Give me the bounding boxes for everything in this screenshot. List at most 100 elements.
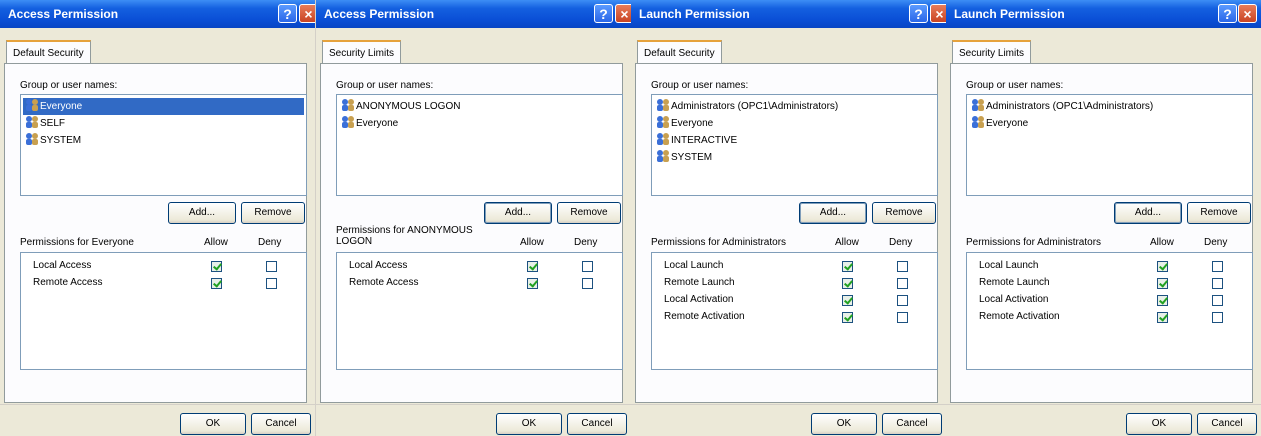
permissions-label: Permissions for Administrators [651,237,787,248]
ok-button[interactable]: OK [811,413,877,435]
deny-checkbox[interactable] [897,261,908,272]
user-list[interactable]: Administrators (OPC1\Administrators) Ever… [966,94,1253,196]
user-group-icon [26,116,38,128]
allow-checkbox[interactable] [527,278,538,289]
remove-button[interactable]: Remove [557,202,621,224]
list-item[interactable]: Everyone [23,98,304,115]
title-bar[interactable]: Launch Permission? × [946,0,1261,28]
list-item[interactable]: Administrators (OPC1\Administrators) [656,98,838,115]
remove-button[interactable]: Remove [241,202,305,224]
permission-row: Remote Launch [967,275,1252,292]
permissions-list: Local Launch Remote Launch Local Activatio… [651,252,938,370]
deny-checkbox[interactable] [266,278,277,289]
list-item[interactable]: SYSTEM [25,132,81,149]
add-button[interactable]: Add... [1114,202,1182,224]
user-group-icon [657,133,669,145]
allow-checkbox[interactable] [1157,278,1168,289]
allow-header: Allow [520,237,544,248]
cancel-button[interactable]: Cancel [1197,413,1257,435]
deny-checkbox[interactable] [1212,312,1223,323]
permission-dialog: Access Permission? × Default Security Group… [0,0,315,436]
title-bar[interactable]: Access Permission? × [316,0,631,28]
allow-checkbox[interactable] [211,261,222,272]
cancel-button[interactable]: Cancel [251,413,311,435]
deny-checkbox[interactable] [897,295,908,306]
help-icon[interactable]: ? [278,4,297,23]
tab-security[interactable]: Default Security [6,40,91,64]
allow-checkbox[interactable] [842,295,853,306]
user-list[interactable]: Everyone SELF SYSTEM [20,94,307,196]
user-list[interactable]: ANONYMOUS LOGON Everyone [336,94,623,196]
user-group-icon [657,150,669,162]
help-icon[interactable]: ? [594,4,613,23]
user-name: SYSTEM [671,152,713,163]
deny-checkbox[interactable] [1212,261,1223,272]
list-item[interactable]: Administrators (OPC1\Administrators) [971,98,1153,115]
permission-name: Local Activation [979,294,1049,305]
allow-checkbox[interactable] [1157,295,1168,306]
permissions-label: Permissions for Administrators [966,237,1102,248]
help-icon[interactable]: ? [909,4,928,23]
add-button[interactable]: Add... [484,202,552,224]
remove-button[interactable]: Remove [872,202,936,224]
group-names-label: Group or user names: [966,80,1064,91]
allow-checkbox[interactable] [842,278,853,289]
user-group-icon [342,116,354,128]
title-bar[interactable]: Launch Permission? × [631,0,946,28]
allow-checkbox[interactable] [211,278,222,289]
user-name: SELF [40,118,66,129]
close-icon[interactable]: × [299,4,315,23]
deny-checkbox[interactable] [1212,295,1223,306]
close-icon[interactable]: × [1238,4,1257,23]
user-group-icon [657,99,669,111]
deny-header: Deny [889,237,913,248]
permission-dialog: Launch Permission? × Default Security Group… [631,0,946,436]
list-item[interactable]: SELF [25,115,65,132]
permission-row: Local Activation [652,292,937,309]
tab-security[interactable]: Default Security [637,40,722,64]
help-icon[interactable]: ? [1218,4,1237,23]
close-icon[interactable]: × [615,4,631,23]
permissions-label: Permissions for Everyone [20,237,134,248]
allow-header: Allow [835,237,859,248]
deny-checkbox[interactable] [582,261,593,272]
ok-button[interactable]: OK [496,413,562,435]
list-item[interactable]: Everyone [656,115,713,132]
permission-row: Remote Launch [652,275,937,292]
user-group-icon [972,99,984,111]
tab-security[interactable]: Security Limits [322,40,402,64]
permission-name: Remote Access [33,277,103,288]
cancel-button[interactable]: Cancel [882,413,942,435]
ok-button[interactable]: OK [180,413,246,435]
title-bar[interactable]: Access Permission? × [0,0,315,28]
allow-checkbox[interactable] [842,312,853,323]
allow-checkbox[interactable] [1157,261,1168,272]
add-button[interactable]: Add... [168,202,236,224]
cancel-button[interactable]: Cancel [567,413,627,435]
list-item[interactable]: INTERACTIVE [656,132,737,149]
permissions-list: Local Access Remote Access [20,252,307,370]
user-list[interactable]: Administrators (OPC1\Administrators) Ever… [651,94,938,196]
ok-button[interactable]: OK [1126,413,1192,435]
close-icon[interactable]: × [930,4,946,23]
permission-name: Local Access [33,260,92,271]
list-item[interactable]: SYSTEM [656,149,712,166]
list-item[interactable]: ANONYMOUS LOGON [341,98,460,115]
user-name: Administrators (OPC1\Administrators) [986,101,1154,112]
deny-header: Deny [1204,237,1228,248]
add-button[interactable]: Add... [799,202,867,224]
deny-checkbox[interactable] [582,278,593,289]
allow-checkbox[interactable] [527,261,538,272]
allow-checkbox[interactable] [1157,312,1168,323]
deny-checkbox[interactable] [897,278,908,289]
deny-checkbox[interactable] [1212,278,1223,289]
list-item[interactable]: Everyone [341,115,398,132]
user-name: Everyone [40,101,83,112]
deny-checkbox[interactable] [897,312,908,323]
remove-button[interactable]: Remove [1187,202,1251,224]
tab-security[interactable]: Security Limits [952,40,1032,64]
allow-checkbox[interactable] [842,261,853,272]
list-item[interactable]: Everyone [971,115,1028,132]
deny-checkbox[interactable] [266,261,277,272]
permission-name: Local Launch [664,260,724,271]
